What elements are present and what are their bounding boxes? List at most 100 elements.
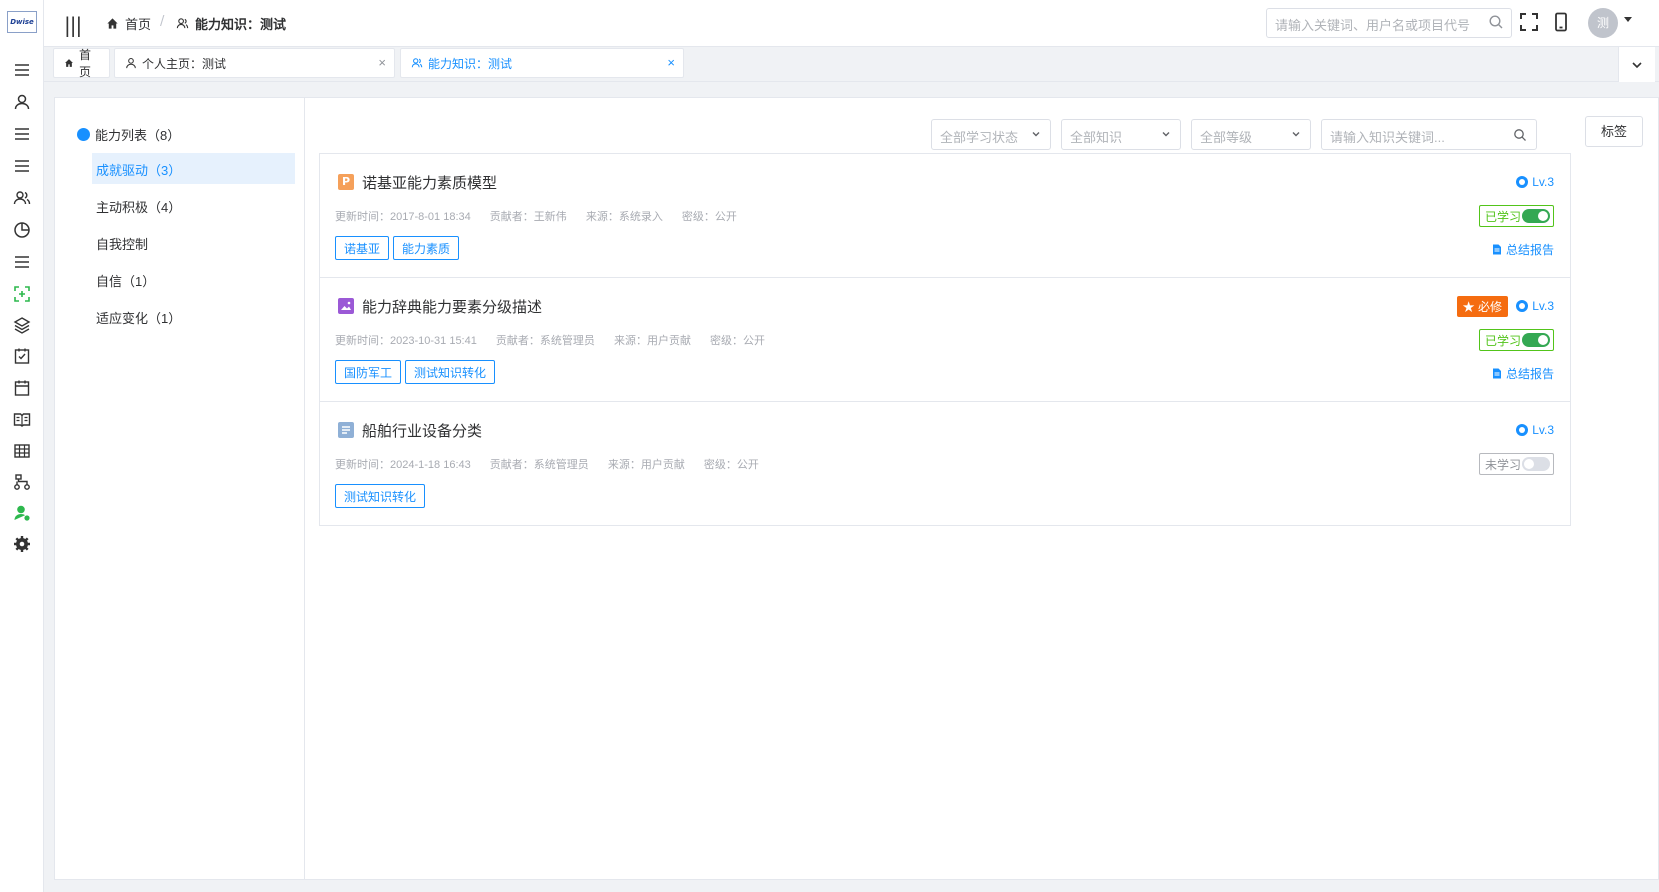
search-icon[interactable] [1513,128,1527,142]
tree-item[interactable]: 自我控制 [92,227,295,258]
trend-icon [77,128,90,141]
checklist-icon[interactable] [11,345,33,367]
users-icon [411,58,423,68]
source: 来源：用户贡献 [613,335,691,347]
app-logo[interactable]: Dwise [7,11,37,33]
level-icon [1516,424,1529,436]
study-status-select[interactable]: 全部学习状态 [931,119,1051,150]
mobile-icon[interactable] [1551,12,1571,32]
breadcrumb-separator: / [160,14,165,29]
fullscreen-icon[interactable] [1519,12,1539,32]
menu-list-icon[interactable] [11,251,33,273]
knowledge-select[interactable]: 全部知识 [1061,119,1181,150]
tab-label: 首页 [79,48,92,79]
calendar-icon[interactable] [11,377,33,399]
main-panel: 能力列表（8） 成就驱动（3） 主动积极（4） 自我控制 自信（1） 适应变化（… [54,97,1659,880]
breadcrumb-current-label: 能力知识：测试 [195,18,287,33]
chevron-down-icon [1162,132,1170,137]
study-status-toggle[interactable]: 已学习 [1479,205,1554,227]
study-status-toggle[interactable]: 已学习 [1479,329,1554,351]
tab-label: 能力知识：测试 [428,56,513,71]
level-badge: Lv.3 [1516,175,1554,189]
card-meta: 更新时间：2024-1-18 16:43 贡献者：系统管理员 来源：用户贡献 密… [335,456,775,472]
level-value: 全部等级 [1200,130,1253,145]
text-file-icon [338,422,354,438]
avatar[interactable]: 测 [1588,8,1618,38]
secrecy: 密级：公开 [681,211,737,223]
report-label: 总结报告 [1505,243,1554,257]
tag[interactable]: 测试知识转化 [335,484,426,508]
close-icon[interactable]: × [378,55,386,70]
tab-ability-knowledge[interactable]: 能力知识：测试 × [400,48,684,78]
flow-icon[interactable] [11,471,33,493]
chevron-down-icon[interactable] [1624,17,1632,22]
update-time: 更新时间：2024-1-18 16:43 [335,459,471,471]
breadcrumb-home-label: 首页 [125,18,152,33]
home-icon [65,59,73,67]
secrecy: 密级：公开 [710,335,766,347]
menu-icon[interactable] [11,59,33,81]
card-meta: 更新时间：2023-10-31 15:41 贡献者：系统管理员 来源：用户贡献 … [335,332,781,348]
top-bar: ||| 首页 / 能力知识：测试 请输入关键词、用户名或项目代号 测 [44,0,1659,47]
tab-bar: 首页 个人主页：测试 × 能力知识：测试 × [44,47,1659,82]
list-alt-icon[interactable] [11,155,33,177]
tag-button[interactable]: 标签 [1585,116,1643,147]
search-icon[interactable] [1488,14,1504,30]
pie-chart-icon[interactable] [11,219,33,241]
secrecy: 密级：公开 [703,459,759,471]
card-title[interactable]: 船舶行业设备分类 [362,420,482,441]
tag[interactable]: 能力素质 [393,236,460,260]
home-icon [107,18,118,29]
card-tags: 国防军工 测试知识转化 [335,360,496,384]
knowledge-card[interactable]: 能力辞典能力要素分级描述 更新时间：2023-10-31 15:41 贡献者：系… [319,277,1571,402]
card-tags: 测试知识转化 [335,484,426,508]
tree-root[interactable]: 能力列表（8） [77,125,180,144]
report-label: 总结报告 [1505,367,1554,381]
tree-item[interactable]: 自信（1） [92,264,295,295]
user-icon [126,58,136,69]
document-icon [1492,244,1501,255]
toggle-switch[interactable] [1522,333,1550,347]
toggle-switch[interactable] [1522,209,1550,223]
breadcrumb-home[interactable]: 首页 [106,14,151,33]
tag[interactable]: 诺基亚 [335,236,390,260]
global-search-input[interactable]: 请输入关键词、用户名或项目代号 [1266,8,1512,38]
tab-profile[interactable]: 个人主页：测试 × [114,48,395,78]
knowledge-icon[interactable] [11,283,33,305]
card-title[interactable]: 能力辞典能力要素分级描述 [362,296,542,317]
tree-item[interactable]: 主动积极（4） [92,190,295,221]
collapse-sidebar-icon[interactable]: ||| [64,13,82,37]
card-title[interactable]: 诺基亚能力素质模型 [362,172,497,193]
level-badge: Lv.3 [1516,423,1554,437]
tab-label: 个人主页：测试 [142,56,227,71]
knowledge-value: 全部知识 [1070,130,1123,145]
close-icon[interactable]: × [667,55,675,70]
users-icon[interactable] [11,187,33,209]
tag[interactable]: 国防军工 [335,360,402,384]
layers-icon[interactable] [11,314,33,336]
tree-item[interactable]: 成就驱动（3） [92,153,295,184]
toggle-switch[interactable] [1522,457,1550,471]
tag[interactable]: 测试知识转化 [405,360,496,384]
knowledge-card[interactable]: 船舶行业设备分类 更新时间：2024-1-18 16:43 贡献者：系统管理员 … [319,401,1571,526]
source: 来源：系统录入 [585,211,663,223]
tab-home[interactable]: 首页 [53,48,110,79]
tree-item[interactable]: 适应变化（1） [92,301,295,332]
table-icon[interactable] [11,440,33,462]
tabs-menu-button[interactable] [1618,47,1655,82]
knowledge-search-input[interactable]: 请输入知识关键词... [1321,119,1537,150]
study-status-label: 未学习 [1485,458,1522,472]
level-label: Lv.3 [1532,175,1554,189]
user-icon[interactable] [11,91,33,113]
list-icon[interactable] [11,123,33,145]
level-select[interactable]: 全部等级 [1191,119,1311,150]
user-active-icon[interactable] [11,502,33,524]
settings-icon[interactable] [11,533,33,555]
book-icon[interactable] [11,408,33,430]
study-status-toggle[interactable]: 未学习 [1479,453,1554,475]
summary-report-link[interactable]: 总结报告 [1492,241,1554,258]
knowledge-card[interactable]: P 诺基亚能力素质模型 更新时间：2017-8-01 18:34 贡献者：王新伟… [319,153,1571,278]
document-icon [1492,368,1501,379]
summary-report-link[interactable]: 总结报告 [1492,365,1554,382]
level-icon [1516,176,1529,188]
